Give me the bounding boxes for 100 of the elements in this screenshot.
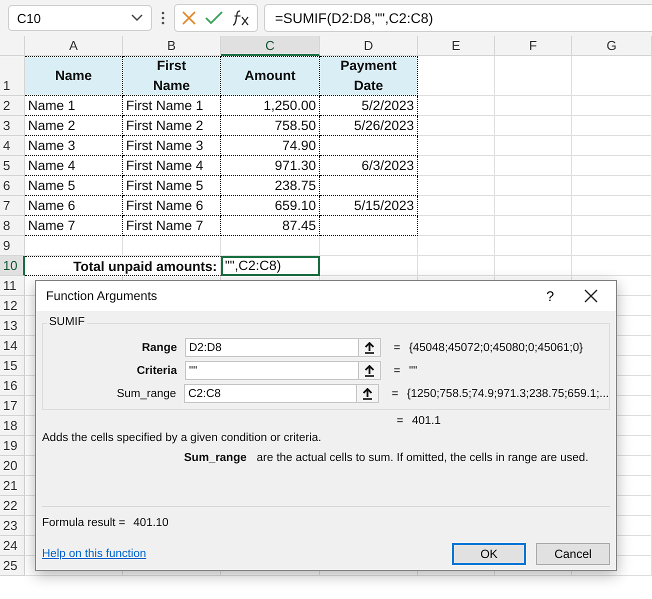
table-cell: First Name 6 (123, 196, 221, 216)
column-header[interactable]: E (418, 36, 495, 56)
row-header[interactable]: 20 (0, 456, 25, 476)
column-header[interactable]: C (221, 36, 320, 56)
table-cell: Name 5 (25, 176, 123, 196)
row-header[interactable]: 8 (0, 216, 25, 236)
row-header[interactable]: 4 (0, 136, 25, 156)
cancel-button[interactable]: Cancel (536, 543, 610, 565)
table-cell: Name 2 (25, 116, 123, 136)
function-result: 401.1 (412, 415, 441, 427)
table-cell: First Name 7 (123, 216, 221, 236)
row-header[interactable]: 23 (0, 516, 25, 536)
row-header[interactable]: 10 (0, 256, 25, 276)
row-header[interactable]: 1 (0, 56, 25, 96)
formula-result-label: Formula result = (42, 517, 126, 531)
table-cell: 659.10 (221, 196, 320, 216)
chevron-down-icon (131, 14, 143, 22)
help-link[interactable]: Help on this function (42, 548, 442, 560)
equals-sign: = (392, 342, 402, 354)
table-cell: Total unpaid amounts: (25, 256, 221, 276)
argument-name: Sum_range (184, 452, 247, 464)
table-cell: First Name 1 (123, 96, 221, 116)
argument-description: are the actual cells to sum. If omitted, the cells in range are used. (256, 452, 588, 464)
more-options-icon[interactable] (161, 11, 165, 25)
table-cell: Name 1 (25, 96, 123, 116)
equals-sign: = (396, 415, 404, 427)
argument-result: {45048;45072;0;45080;0;45061;0} (409, 342, 583, 354)
row-header[interactable]: 5 (0, 156, 25, 176)
equals-sign: = (392, 364, 402, 376)
active-cell[interactable]: "",C2:C8) (221, 256, 320, 276)
ok-button[interactable]: OK (452, 543, 526, 565)
table-cell: 238.75 (221, 176, 320, 196)
function-icon[interactable] (231, 9, 251, 27)
row-header[interactable]: 25 (0, 556, 25, 576)
collapse-dialog-button[interactable] (358, 339, 380, 356)
upload-arrow-icon (362, 388, 374, 400)
table-cell: 87.45 (221, 216, 320, 236)
row-header[interactable]: 7 (0, 196, 25, 216)
function-description: Adds the cells specified by a given condition or criteria. (42, 432, 322, 446)
table-cell: 74.90 (221, 136, 320, 156)
column-header[interactable]: B (123, 36, 221, 56)
row-header[interactable]: 11 (0, 276, 25, 296)
row-header[interactable]: 15 (0, 356, 25, 376)
help-button[interactable]: ? (546, 288, 554, 304)
argument-result: {1250;758.5;74.9;971.3;238.75;659.1;... (406, 388, 609, 400)
formula-field[interactable]: =SUMIF(D2:D8,"",C2:C8) (264, 4, 652, 32)
argument-result: "" (409, 364, 418, 376)
table-cell: 5/26/2023 (320, 116, 418, 136)
table-cell: Name 7 (25, 216, 123, 236)
equals-sign: = (390, 388, 400, 400)
row-header[interactable]: 13 (0, 316, 25, 336)
row-header[interactable]: 22 (0, 496, 25, 516)
column-header[interactable]: G (572, 36, 652, 56)
table-cell: First Name 5 (123, 176, 221, 196)
name-box[interactable]: C10 (8, 5, 152, 31)
row-header[interactable]: 19 (0, 436, 25, 456)
argument-field[interactable]: "" (185, 361, 381, 380)
table-cell: 1,250.00 (221, 96, 320, 116)
upload-arrow-icon (364, 364, 375, 376)
argument-field[interactable]: D2:D8 (185, 338, 381, 357)
table-cell: Name 6 (25, 196, 123, 216)
table-cell: First Name (123, 56, 221, 96)
argument-label: Sum_range (116, 388, 178, 400)
row-header[interactable]: 14 (0, 336, 25, 356)
table-cell: Name (25, 56, 123, 96)
row-header[interactable]: 24 (0, 536, 25, 556)
row-header[interactable]: 16 (0, 376, 25, 396)
function-name: SUMIF (47, 316, 87, 328)
column-header[interactable]: A (25, 36, 123, 56)
table-cell: Name 3 (25, 136, 123, 156)
row-header[interactable]: 9 (0, 236, 25, 256)
row-header[interactable]: 2 (0, 96, 25, 116)
column-header[interactable]: F (495, 36, 572, 56)
cancel-icon[interactable] (181, 10, 197, 26)
upload-arrow-icon (364, 342, 375, 354)
close-icon[interactable] (584, 289, 598, 303)
column-header[interactable]: D (320, 36, 418, 56)
table-cell: Name 4 (25, 156, 123, 176)
collapse-dialog-button[interactable] (356, 385, 378, 402)
table-cell: 971.30 (221, 156, 320, 176)
argument-label: Range (140, 342, 178, 354)
table-cell: 6/3/2023 (320, 156, 418, 176)
argument-field[interactable]: C2:C8 (184, 384, 380, 403)
row-header[interactable]: 21 (0, 476, 25, 496)
table-cell: 758.50 (221, 116, 320, 136)
formula-result-value: 401.10 (133, 517, 169, 531)
row-header[interactable]: 18 (0, 416, 25, 436)
table-cell: 5/15/2023 (320, 196, 418, 216)
table-cell: Payment Date (320, 56, 418, 96)
row-header[interactable]: 12 (0, 296, 25, 316)
collapse-dialog-button[interactable] (358, 362, 380, 379)
checkmark-icon[interactable] (205, 10, 223, 26)
row-header[interactable]: 17 (0, 396, 25, 416)
argument-label: Criteria (136, 364, 178, 376)
table-cell: First Name 2 (123, 116, 221, 136)
row-header[interactable]: 3 (0, 116, 25, 136)
table-cell: First Name 3 (123, 136, 221, 156)
table-cell: 5/2/2023 (320, 96, 418, 116)
table-cell: Amount (221, 56, 320, 96)
row-header[interactable]: 6 (0, 176, 25, 196)
